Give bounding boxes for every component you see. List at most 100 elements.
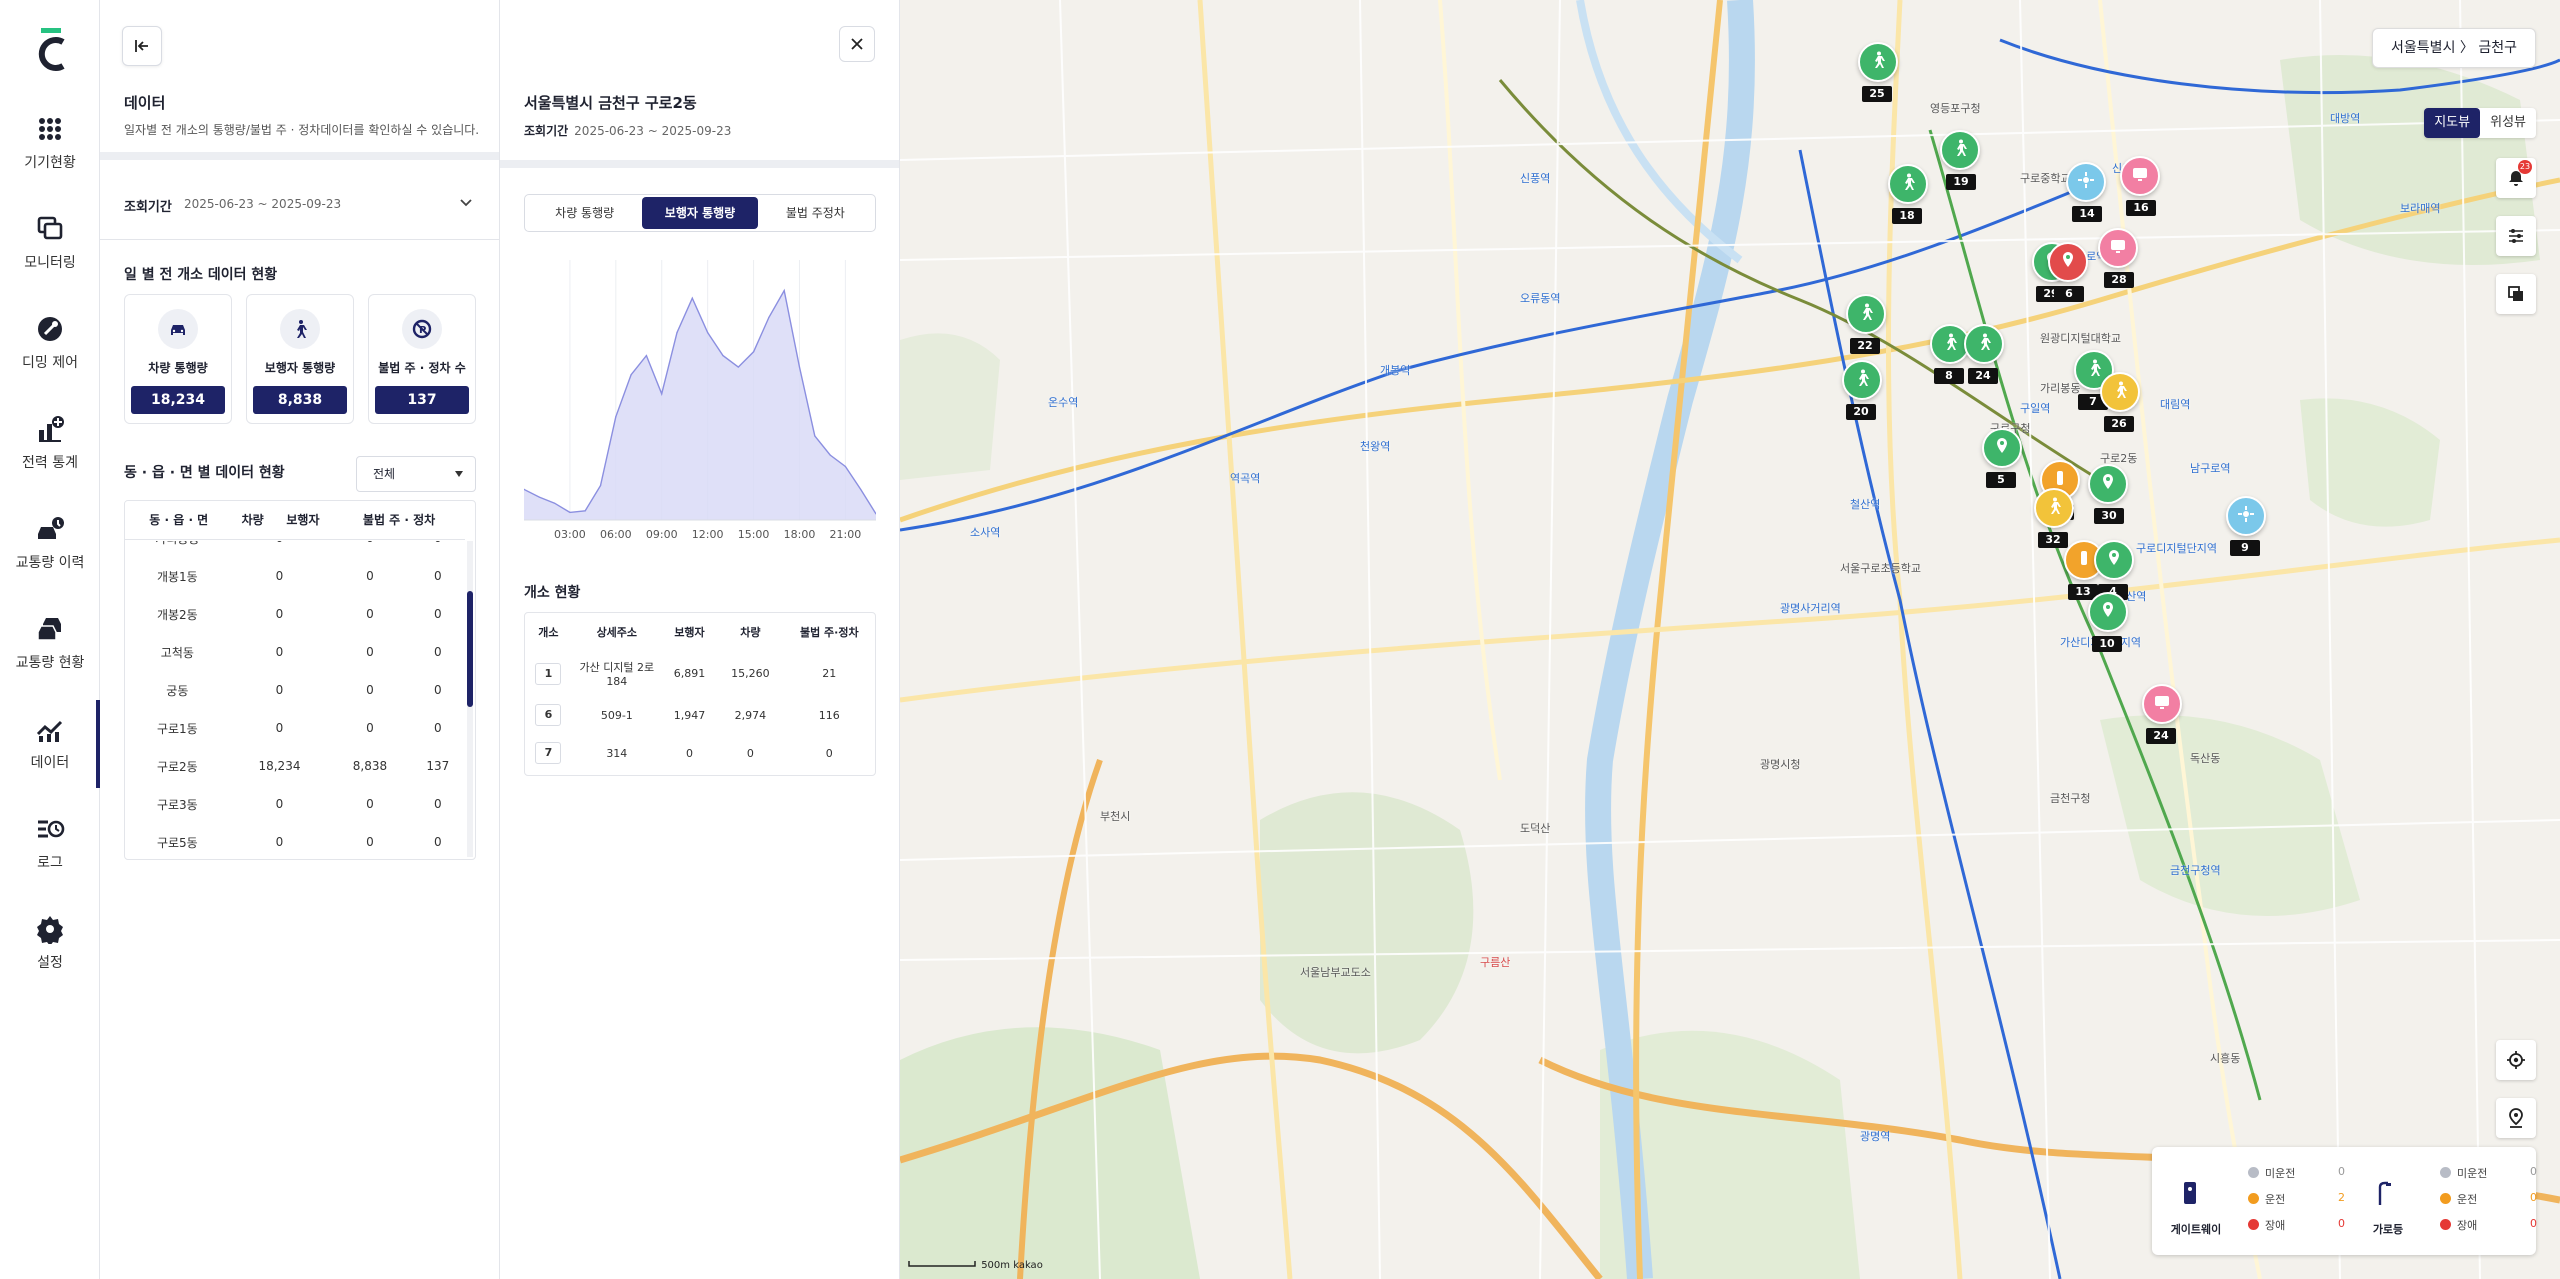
tab-vehicle[interactable]: 차량 통행량 (527, 197, 642, 229)
data-point (737, 366, 739, 368)
device-marker[interactable] (1842, 360, 1882, 400)
table-row[interactable]: 구로5동 0 0 0 (125, 823, 465, 859)
notification-button[interactable]: 23 (2496, 158, 2536, 198)
data-point (554, 502, 556, 504)
table-cell: 0 (434, 835, 442, 849)
layers-button[interactable] (2496, 274, 2536, 314)
device-marker[interactable] (2066, 162, 2106, 202)
table-row[interactable]: 구로2동 18,234 8,838 137 (125, 747, 465, 785)
nav-item-log[interactable]: 로그 (0, 800, 100, 888)
device-marker[interactable] (2120, 156, 2160, 196)
map-provider: kakao (1013, 1260, 1043, 1271)
device-marker[interactable] (2098, 228, 2138, 268)
table-cell: 구로5동 (156, 835, 198, 850)
table-row[interactable]: 고척동 0 0 0 (125, 633, 465, 671)
satellite-view-option[interactable]: 위성뷰 (2480, 108, 2536, 138)
table-row[interactable]: 구로1동 0 0 0 (125, 709, 465, 747)
no-parking-icon: P (402, 309, 442, 349)
tab-illegal-parking[interactable]: 불법 주정차 (758, 197, 873, 229)
site-index: 7 (535, 742, 562, 764)
pedestrian-icon (1856, 302, 1876, 326)
table-row[interactable]: 가리봉동000 (125, 541, 465, 557)
nav-item-dimming[interactable]: 디밍 제어 (0, 300, 100, 388)
nav-item-monitor[interactable]: 모니터링 (0, 200, 100, 288)
nav-item-power-stats[interactable]: 전력 통계 (0, 400, 100, 488)
sites-table: 개소 상세주소 보행자 차량 불법 주·정차 1 가산 디지털 2로 184 6,8… (524, 612, 876, 776)
device-marker-number: 32 (2038, 532, 2068, 548)
nav-item-traffic-status[interactable]: 교통량 현황 (0, 600, 100, 688)
map-place-label: 신풍역 (1520, 172, 1551, 185)
device-marker[interactable] (2100, 372, 2140, 412)
district-table-body[interactable]: 가리봉동000개봉1동000개봉2동000고척동000궁동000구로1동000구… (125, 541, 465, 859)
data-point (538, 496, 540, 498)
traffic-status-icon (35, 614, 65, 644)
data-point (615, 416, 617, 418)
device-marker[interactable] (2142, 684, 2182, 724)
device-marker[interactable] (2034, 488, 2074, 528)
nav-item-chart[interactable]: 데이터 (0, 700, 100, 788)
nav-item-label: 데이터 (30, 755, 70, 771)
location-icon (2098, 472, 2118, 496)
data-point (722, 354, 724, 357)
close-button[interactable] (839, 26, 875, 62)
detail-period-label: 조회기간 (524, 124, 569, 138)
nav-item-gear[interactable]: 설정 (0, 900, 100, 988)
stat-value: 18,234 (131, 386, 225, 414)
table-cell: 2,974 (734, 708, 767, 722)
map-place-label: 금천구청역 (2170, 864, 2221, 877)
region-breadcrumb[interactable]: 서울특별시 〉 금천구 (2372, 28, 2536, 68)
site-row[interactable]: 7 314 0 0 0 (525, 734, 875, 772)
district-select[interactable]: 전체 (356, 456, 476, 492)
map-view[interactable]: 신도림역구로디지털단지역가산디지털단지역독산역금천구청역대림역구로역광명사거리역… (900, 0, 2560, 1279)
legend-label: 장애 (2457, 1219, 2478, 1232)
legend-label: 미운전 (2265, 1167, 2296, 1180)
device-marker[interactable] (1964, 324, 2004, 364)
device-marker[interactable] (2088, 464, 2128, 504)
table-cell: 0 (275, 721, 284, 735)
table-row[interactable]: 개봉1동 0 0 0 (125, 557, 465, 595)
site-row[interactable]: 6 509-1 1,947 2,974 116 (525, 696, 875, 734)
side-navigation: 기기현황모니터링디밍 제어전력 통계교통량 이력교통량 현황데이터로그설정 (0, 0, 100, 1279)
data-point (798, 366, 801, 368)
device-marker[interactable] (1888, 164, 1928, 204)
period-selector[interactable]: 조회기간 2025-06-23 ~ 2025-09-23 (100, 168, 500, 240)
table-row[interactable]: 구로3동 0 0 0 (125, 785, 465, 823)
grid-icon (35, 114, 65, 144)
table-cell: 0 (275, 683, 284, 697)
map-view-option[interactable]: 지도뷰 (2424, 108, 2481, 138)
tab-pedestrian[interactable]: 보행자 통행량 (642, 197, 758, 229)
stat-card-vehicle: 차량 통행량 18,234 (124, 294, 232, 424)
collapse-panel-button[interactable] (122, 26, 162, 66)
my-location-button[interactable] (2496, 1040, 2536, 1080)
device-marker[interactable] (2088, 592, 2128, 632)
device-marker[interactable] (2094, 540, 2134, 580)
panel-subtitle: 일자별 전 개소의 통행량/불법 주 · 정차데이터를 확인하실 수 있습니다. (124, 123, 480, 137)
device-marker[interactable] (1858, 42, 1898, 82)
table-row[interactable]: 개봉2동 0 0 0 (125, 595, 465, 633)
table-cell: 0 (434, 607, 442, 621)
device-marker[interactable] (2048, 242, 2088, 282)
device-marker[interactable] (1982, 428, 2022, 468)
table-cell: 7 (525, 734, 572, 772)
brand-logo (38, 28, 65, 71)
table-cell: 18,234 (258, 759, 301, 773)
nav-item-label: 로그 (37, 855, 63, 871)
device-marker[interactable] (1846, 294, 1886, 334)
arrow-left-bar-icon (135, 40, 148, 52)
nav-item-traffic-history[interactable]: 교통량 이력 (0, 500, 100, 588)
table-cell: 0 (686, 746, 693, 760)
data-point (691, 297, 693, 299)
device-marker[interactable] (2226, 496, 2266, 536)
scrollbar-thumb[interactable] (467, 591, 473, 707)
legend-value: 0 (2530, 1165, 2537, 1178)
device-marker-number: 24 (2146, 728, 2176, 744)
site-row[interactable]: 1 가산 디지털 2로 184 6,891 15,260 21 (525, 651, 875, 696)
pin-location-button[interactable] (2496, 1098, 2536, 1138)
caret-down-icon (455, 471, 463, 477)
filter-button[interactable] (2496, 216, 2536, 256)
table-row[interactable]: 궁동 0 0 0 (125, 671, 465, 709)
display-icon (2152, 692, 2172, 716)
nav-item-grid[interactable]: 기기현황 (0, 100, 100, 188)
data-point (829, 454, 831, 456)
device-marker[interactable] (1940, 130, 1980, 170)
